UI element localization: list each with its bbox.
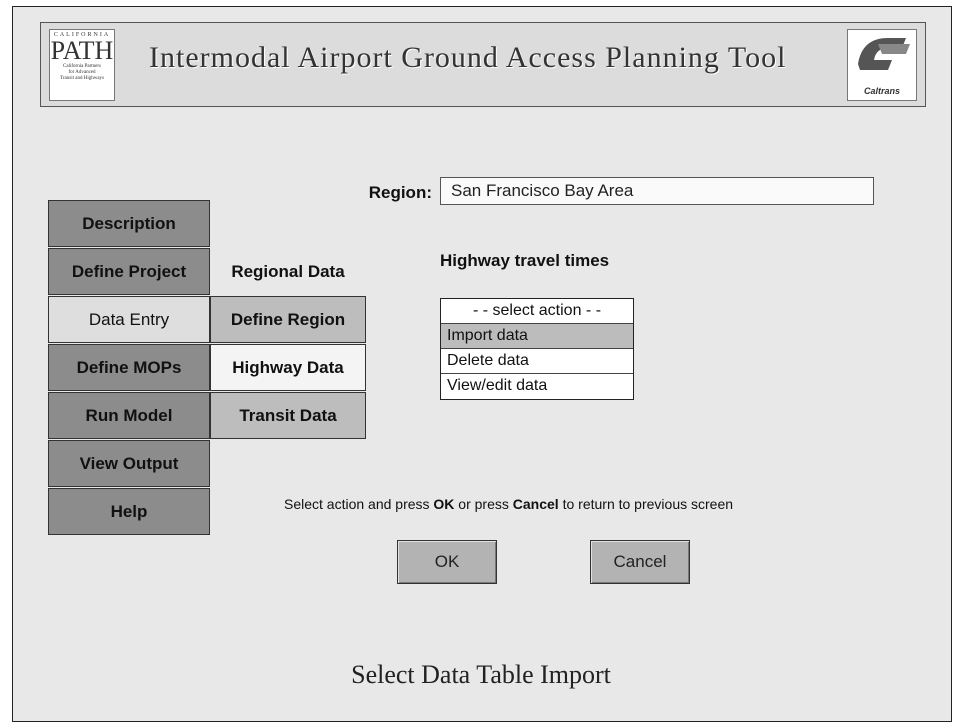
app-title: Intermodal Airport Ground Access Plannin…: [149, 41, 787, 74]
caltrans-wordmark: Caltrans: [863, 86, 900, 96]
action-option-delete-data[interactable]: Delete data: [441, 349, 633, 374]
nav-item-label: Define Project: [71, 261, 187, 281]
nav-item-label: Description: [82, 213, 176, 233]
region-label: Region:: [368, 183, 432, 202]
instruction-cancel-emphasis: Cancel: [512, 496, 559, 512]
caltrans-logo: Caltrans: [847, 29, 917, 101]
subnav-item-transit-data[interactable]: Transit Data: [210, 392, 366, 439]
nav-item-data-entry[interactable]: Data Entry: [48, 296, 210, 343]
caltrans-emblem-icon: [858, 38, 910, 70]
path-logo: CALIFORNIA PATH California Partners for …: [49, 29, 115, 101]
instruction-ok-emphasis: OK: [433, 496, 455, 512]
nav-item-label: Help: [110, 501, 148, 521]
nav-item-description[interactable]: Description: [48, 200, 210, 247]
nav-item-label: Define MOPs: [76, 357, 182, 377]
nav-item-view-output[interactable]: View Output: [48, 440, 210, 487]
nav-item-define-mops[interactable]: Define MOPs: [48, 344, 210, 391]
action-option-import-data[interactable]: Import data: [441, 324, 633, 349]
path-logo-wordmark: PATH: [50, 36, 114, 65]
region-field[interactable]: [440, 177, 874, 205]
section-title: Highway travel times: [440, 251, 610, 270]
subnav-header: Regional Data: [231, 261, 345, 281]
cancel-button[interactable]: Cancel: [590, 540, 690, 584]
path-logo-line: Transit and Highways: [60, 76, 104, 81]
ok-button[interactable]: OK: [397, 540, 497, 584]
instruction-part: or press: [454, 496, 513, 512]
subnav-item-define-region[interactable]: Define Region: [210, 296, 366, 343]
instruction-part: to return to previous screen: [558, 496, 734, 512]
nav-item-label: View Output: [79, 453, 179, 473]
action-option-view-edit-data[interactable]: View/edit data: [441, 374, 633, 399]
subnav-item-label: Highway Data: [232, 357, 344, 377]
action-option-placeholder[interactable]: - - select action - -: [441, 299, 633, 324]
subnav-item-highway-data[interactable]: Highway Data: [210, 344, 366, 391]
instruction-part: Select action and press: [284, 496, 434, 512]
nav-item-run-model[interactable]: Run Model: [48, 392, 210, 439]
screen-caption: Select Data Table Import: [351, 660, 611, 689]
title-banner: CALIFORNIA PATH California Partners for …: [40, 22, 926, 107]
subnav-item-label: Define Region: [230, 309, 346, 329]
subnav-item-label: Transit Data: [239, 405, 337, 425]
nav-item-define-project[interactable]: Define Project: [48, 248, 210, 295]
action-listbox[interactable]: - - select action - - Import data Delete…: [440, 298, 634, 400]
nav-item-label: Run Model: [85, 405, 173, 425]
instruction-text: Select action and press OK or press Canc…: [284, 496, 904, 512]
nav-item-label: Data Entry: [88, 309, 170, 329]
nav-item-help[interactable]: Help: [48, 488, 210, 535]
